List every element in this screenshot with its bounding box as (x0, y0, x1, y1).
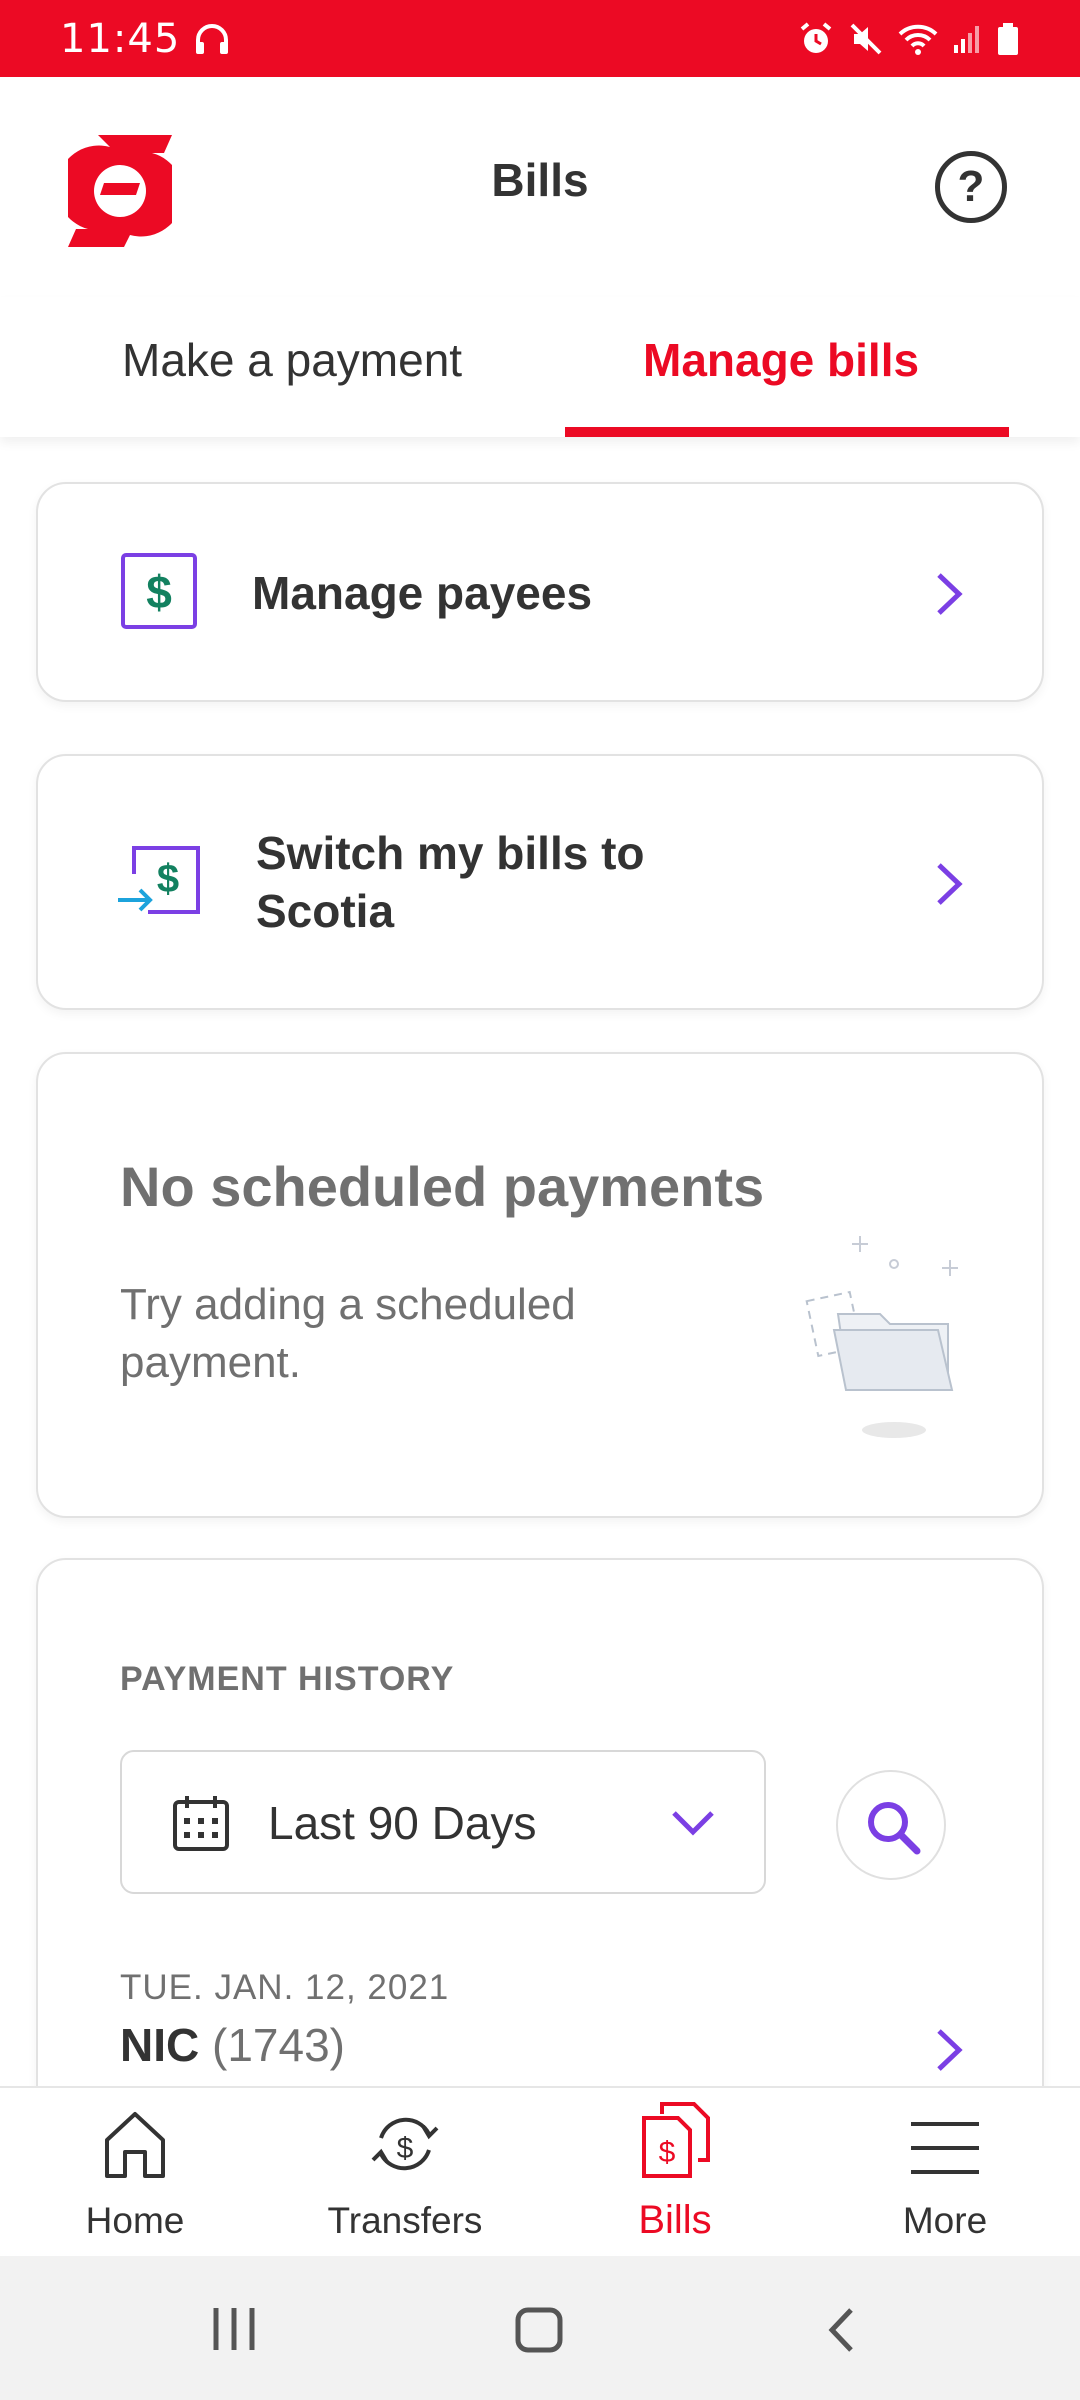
chevron-right-icon (934, 860, 964, 908)
scheduled-payments-card: No scheduled payments Try adding a sched… (36, 1052, 1044, 1518)
empty-state-subtitle: Try adding a scheduled payment. (120, 1280, 576, 1387)
home-icon (105, 2112, 165, 2178)
transaction-row[interactable]: NIC (1743) (120, 2018, 345, 2072)
nav-home[interactable]: Home (0, 2088, 270, 2258)
wifi-icon (898, 22, 938, 56)
tab-make-a-payment[interactable]: Make a payment (122, 333, 462, 387)
payment-history-title: PAYMENT HISTORY (120, 1660, 455, 1698)
switch-bills-label-line2: Scotia (256, 885, 395, 937)
nav-more-label: More (902, 2200, 988, 2241)
home-button-icon[interactable] (514, 2306, 564, 2359)
mute-icon (848, 21, 884, 57)
nav-transfers-label: Transfers (327, 2200, 483, 2241)
nav-bills[interactable]: $ Bills (540, 2088, 810, 2258)
transaction-account: (1743) (212, 2019, 345, 2071)
back-icon[interactable] (826, 2306, 856, 2359)
nav-bills-label: Bills (638, 2198, 712, 2242)
recent-apps-icon[interactable] (210, 2306, 258, 2357)
transaction-payee: NIC (120, 2019, 200, 2071)
bills-icon: $ (642, 2102, 710, 2178)
manage-payees-card[interactable]: $ Manage payees (36, 482, 1044, 702)
switch-bills-icon: $ (116, 844, 206, 925)
status-bar: 11:45 (0, 0, 1080, 77)
chevron-down-icon (670, 1808, 716, 1843)
menu-icon (911, 2122, 979, 2174)
transaction-date: TUE. JAN. 12, 2021 (120, 1968, 450, 2007)
alarm-icon (798, 21, 834, 57)
switch-bills-card[interactable]: $ Switch my bills to Scotia (36, 754, 1044, 1010)
manage-payees-label: Manage payees (252, 567, 593, 619)
empty-state-title: No scheduled payments (120, 1155, 765, 1218)
tab-manage-bills[interactable]: Manage bills (643, 333, 919, 387)
date-range-select[interactable]: Last 90 Days (120, 1750, 766, 1894)
bottom-navigation: Home $ Transfers $ Bills More (0, 2086, 1080, 2256)
transfers-icon: $ (371, 2117, 439, 2171)
nav-transfers[interactable]: $ Transfers (270, 2088, 540, 2258)
battery-icon (996, 22, 1020, 56)
calendar-icon (172, 1794, 230, 1857)
active-tab-indicator (565, 427, 1009, 437)
empty-folder-illustration-icon (800, 1222, 980, 1451)
status-time: 11:45 (60, 15, 181, 62)
chevron-right-icon (934, 2026, 964, 2074)
svg-text:$: $ (397, 2132, 414, 2165)
tab-bar: Make a payment Manage bills (0, 297, 1080, 437)
headphones-icon (194, 22, 230, 56)
payment-history-card: PAYMENT HISTORY Last 90 Days TUE. JAN. 1… (36, 1558, 1044, 2118)
dollar-document-icon: $ (120, 552, 198, 635)
search-button[interactable] (836, 1770, 946, 1880)
svg-text:$: $ (146, 566, 172, 618)
chevron-right-icon (934, 570, 964, 618)
svg-text:$: $ (659, 2136, 676, 2169)
signal-icon (952, 23, 982, 55)
nav-home-label: Home (85, 2200, 185, 2241)
page-title: Bills (491, 154, 589, 206)
app-header: Bills ? (0, 77, 1080, 297)
search-icon (864, 1798, 922, 1861)
switch-bills-label: Switch my bills to Scotia (256, 824, 645, 940)
date-range-value: Last 90 Days (268, 1797, 537, 1849)
help-button[interactable]: ? (935, 151, 1007, 223)
switch-bills-label-line1: Switch my bills to (256, 827, 645, 879)
svg-text:$: $ (157, 857, 179, 901)
nav-more[interactable]: More (810, 2088, 1080, 2258)
system-navigation-bar (0, 2256, 1080, 2400)
